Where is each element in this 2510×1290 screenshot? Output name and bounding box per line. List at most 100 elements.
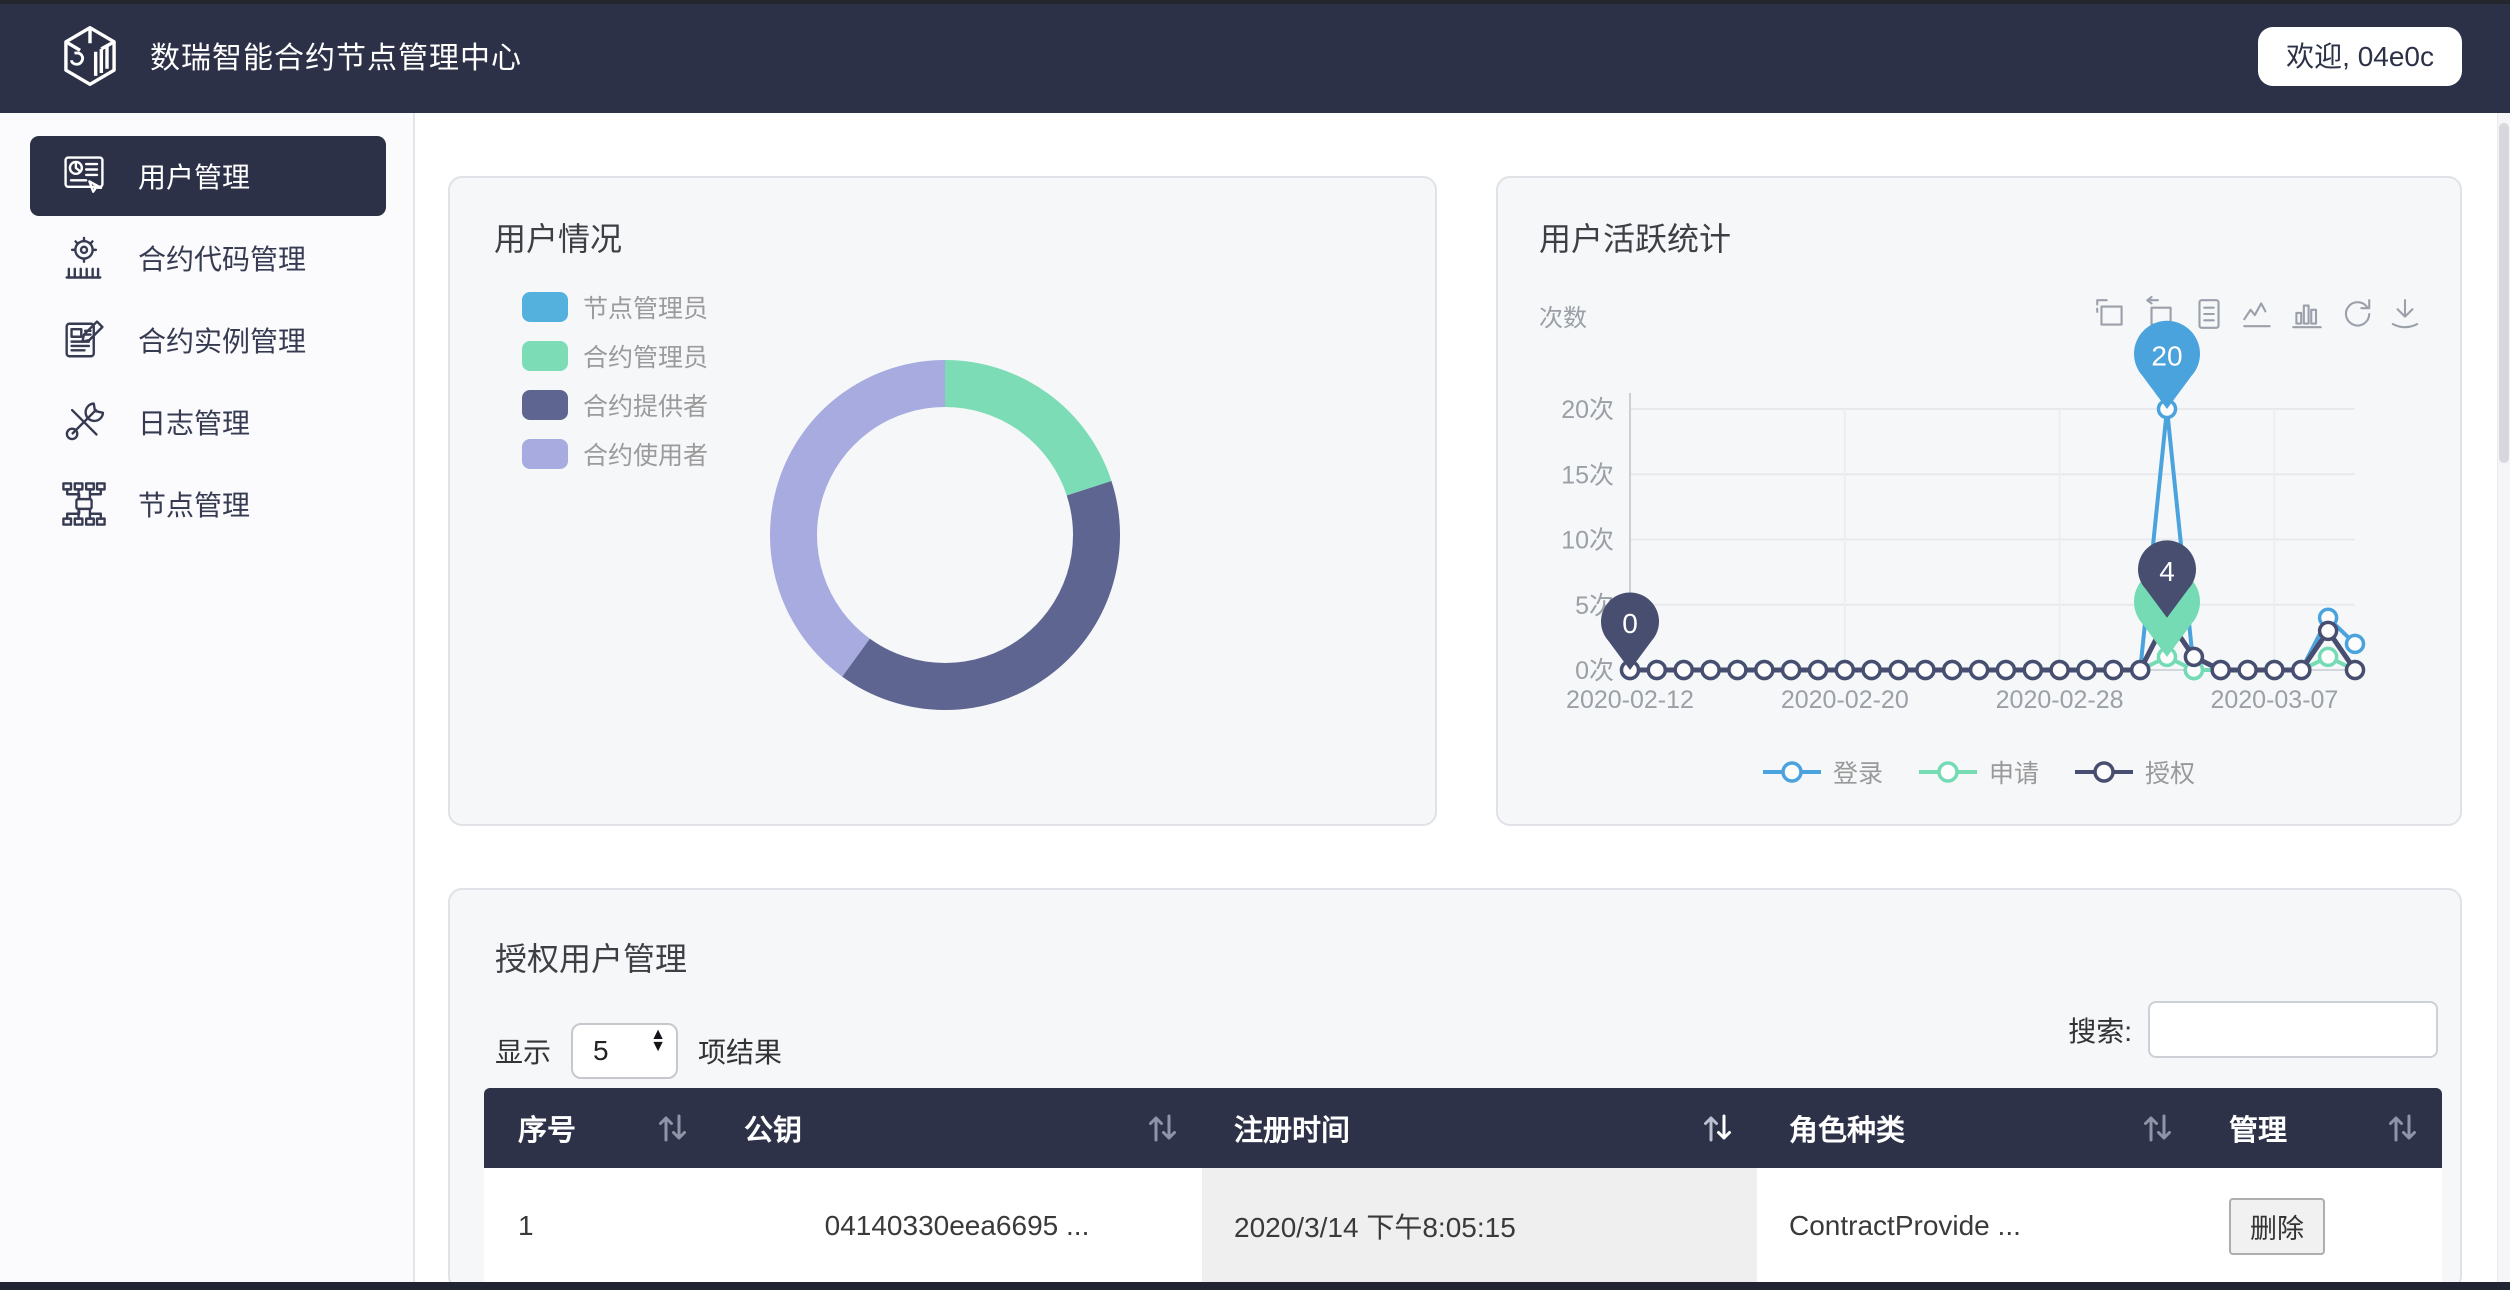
x-tick-label: 2020-02-28 — [1996, 686, 2124, 714]
y-tick-label: 10次 — [1561, 527, 1614, 555]
data-point — [2347, 662, 2364, 679]
line-legend-item[interactable]: 登录 — [1763, 754, 1883, 790]
y-tick-label: 15次 — [1561, 461, 1614, 489]
data-point — [1675, 662, 1692, 679]
cell-actions: 删除 — [2197, 1168, 2442, 1285]
y-tick-label: 0次 — [1575, 657, 1614, 685]
authorized-users-card: 授权用户管理 显示 5 ▲▼ 项结果 搜索: 序号 公钥 注册时间 角色种类 管理 10… — [448, 888, 2462, 1290]
column-header-0[interactable]: 序号 — [484, 1088, 712, 1168]
data-point — [1971, 662, 1988, 679]
sort-icon[interactable] — [2141, 1110, 2173, 1146]
sidebar-item-2[interactable]: 合约实例管理 — [30, 300, 386, 380]
select-spinner-icon: ▲▼ — [650, 1029, 666, 1054]
data-point — [1890, 662, 1907, 679]
column-header-3[interactable]: 角色种类 — [1757, 1088, 2197, 1168]
line-legend-item[interactable]: 申请 — [1919, 754, 2039, 790]
column-header-2[interactable]: 注册时间 — [1202, 1088, 1757, 1168]
column-label: 序号 — [518, 1115, 576, 1147]
log-tools-icon — [58, 396, 110, 448]
x-tick-label: 2020-02-12 — [1566, 686, 1694, 714]
sidebar-item-1[interactable]: 合约代码管理 — [30, 218, 386, 298]
shurui-logo-icon — [56, 22, 124, 90]
sort-icon[interactable] — [1146, 1110, 1178, 1146]
sort-icon[interactable] — [656, 1110, 688, 1146]
column-label: 注册时间 — [1234, 1115, 1350, 1147]
results-label: 项结果 — [698, 1031, 782, 1071]
line-legend: 登录申请 授权 — [1498, 754, 2460, 790]
search-input[interactable] — [2148, 1001, 2438, 1058]
sidebar-item-0[interactable]: 用户管理 — [30, 136, 386, 216]
cell-0: 1 — [484, 1168, 712, 1285]
scrollbar-thumb[interactable] — [2499, 123, 2509, 463]
data-point — [1729, 662, 1746, 679]
authorized-users-table: 序号 公钥 注册时间 角色种类 管理 104140330eea6695 ...2020/… — [484, 1088, 2442, 1286]
search-label: 搜索: — [2068, 1010, 2132, 1050]
delete-button[interactable]: 删除 — [2229, 1198, 2325, 1255]
sidebar-item-label: 用户管理 — [138, 156, 250, 196]
x-tick-label: 2020-03-07 — [2210, 686, 2338, 714]
page: 数瑞智能合约节点管理中心 欢迎, 04e0c 用户管理合约代码管理合约实例管理日… — [0, 0, 2510, 1290]
table-body: 104140330eea6695 ...2020/3/14 下午8:05:15C… — [484, 1168, 2442, 1285]
sort-icon[interactable] — [2386, 1110, 2418, 1146]
data-point — [2105, 662, 2122, 679]
bottom-edge-strip — [0, 1282, 2510, 1290]
welcome-user-button[interactable]: 欢迎, 04e0c — [2258, 27, 2462, 86]
data-point — [1863, 662, 1880, 679]
legend-marker-icon — [1919, 761, 1977, 783]
sidebar-item-label: 合约代码管理 — [138, 238, 306, 278]
data-point — [2078, 662, 2095, 679]
sidebar-item-label: 节点管理 — [138, 484, 250, 524]
data-point — [1783, 662, 1800, 679]
column-label: 公钥 — [744, 1115, 802, 1147]
scrollbar-track[interactable] — [2497, 113, 2510, 1290]
sidebar-item-4[interactable]: 节点管理 — [30, 464, 386, 544]
data-point — [2212, 662, 2229, 679]
data-point — [1702, 662, 1719, 679]
legend-marker-icon — [2075, 761, 2133, 783]
page-size-select[interactable]: 5 ▲▼ — [571, 1023, 678, 1079]
activity-line-chart: 0次5次10次15次20次2020-02-122020-02-202020-02… — [1498, 178, 2464, 828]
card-title-table: 授权用户管理 — [495, 934, 687, 980]
data-point — [2347, 635, 2364, 652]
node-network-icon — [58, 478, 110, 530]
dashboard-icon — [58, 150, 110, 202]
data-point — [2239, 662, 2256, 679]
sidebar-item-3[interactable]: 日志管理 — [30, 382, 386, 462]
x-tick-label: 2020-02-20 — [1781, 686, 1909, 714]
cell-2: 2020/3/14 下午8:05:15 — [1202, 1168, 1757, 1285]
legend-label: 登录 — [1833, 754, 1883, 790]
legend-marker-icon — [1763, 761, 1821, 783]
cell-1: 04140330eea6695 ... — [712, 1168, 1202, 1285]
donut-slice-1[interactable] — [945, 384, 1089, 489]
data-point — [2051, 662, 2068, 679]
data-point — [2320, 648, 2337, 665]
user-activity-card: 用户活跃统计 次数 0次5次10次15次20次2020-02-122020-02… — [1496, 176, 2462, 826]
column-label: 管理 — [2229, 1115, 2287, 1147]
sort-icon[interactable] — [1701, 1110, 1733, 1146]
table-row: 104140330eea6695 ...2020/3/14 下午8:05:15C… — [484, 1168, 2442, 1285]
sidebar-item-label: 合约实例管理 — [138, 320, 306, 360]
line-legend-item[interactable]: 授权 — [2075, 754, 2195, 790]
markpoint-label: 4 — [2159, 556, 2175, 587]
cell-3: ContractProvide ... — [1757, 1168, 2197, 1285]
table-header: 序号 公钥 注册时间 角色种类 管理 — [484, 1088, 2442, 1168]
data-point — [2024, 662, 2041, 679]
data-point — [2293, 662, 2310, 679]
markpoint-label: 0 — [1622, 608, 1638, 639]
data-point — [1756, 662, 1773, 679]
legend-label: 授权 — [2145, 754, 2195, 790]
top-navbar: 数瑞智能合约节点管理中心 欢迎, 04e0c — [0, 0, 2510, 113]
data-point — [1648, 662, 1665, 679]
donut-slice-2[interactable] — [856, 488, 1097, 686]
data-point — [2320, 622, 2337, 639]
column-header-4[interactable]: 管理 — [2197, 1088, 2442, 1168]
data-point — [1917, 662, 1934, 679]
show-label: 显示 — [495, 1031, 551, 1071]
app-title: 数瑞智能合约节点管理中心 — [150, 0, 522, 113]
donut-slice-3[interactable] — [794, 384, 945, 658]
user-overview-card: 用户情况 节点管理员合约管理员合约提供者合约使用者 — [448, 176, 1437, 826]
column-header-1[interactable]: 公钥 — [712, 1088, 1202, 1168]
column-label: 角色种类 — [1789, 1115, 1905, 1147]
markpoint-label: 20 — [2151, 341, 2182, 372]
sidebar-item-label: 日志管理 — [138, 402, 250, 442]
